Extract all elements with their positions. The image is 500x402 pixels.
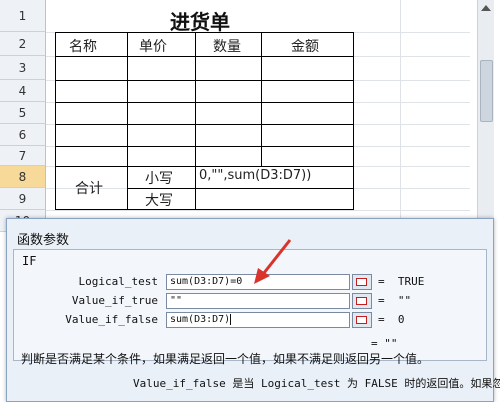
value-if-false-collapse-button[interactable] <box>352 312 372 328</box>
row-number: 4 <box>18 83 27 98</box>
value-if-true-input[interactable]: "" <box>166 293 350 309</box>
purchase-table: 名称 单价 数量 金额 合计 小写 大写 0,"",sum(D3:D7)) <box>55 32 354 210</box>
logical-test-result: = TRUE <box>378 275 425 288</box>
table-border <box>55 32 56 210</box>
row-header-8[interactable]: 8 <box>0 166 46 188</box>
header-name[interactable]: 名称 <box>69 36 97 56</box>
table-border <box>55 124 353 125</box>
header-quantity[interactable]: 数量 <box>213 36 241 56</box>
row-number: 7 <box>18 148 27 163</box>
function-name: IF <box>22 254 37 268</box>
table-border <box>55 102 353 103</box>
row-header-5[interactable]: 5 <box>0 102 46 124</box>
table-border <box>127 32 128 210</box>
table-border <box>55 32 353 33</box>
row-header-6[interactable]: 6 <box>0 124 46 146</box>
formula-cell[interactable]: 0,"",sum(D3:D7)) <box>199 168 311 183</box>
table-border <box>261 32 262 166</box>
logical-test-label: Logical_test <box>78 275 158 288</box>
value-if-false-result: = 0 <box>378 313 405 326</box>
value-if-true-label: Value_if_true <box>71 294 158 307</box>
row-header-9[interactable]: 9 <box>0 188 46 210</box>
table-border <box>55 146 353 147</box>
dialog-title: 函数参数 <box>17 233 70 248</box>
row-header-4[interactable]: 4 <box>0 80 46 102</box>
table-border <box>353 32 354 210</box>
sheet-title[interactable]: 进货单 <box>140 6 260 35</box>
argument-description: Value_if_false 是当 Logical_test 为 FALSE 时… <box>133 377 500 390</box>
lowercase-label[interactable]: 小写 <box>145 168 173 188</box>
row-header-3[interactable]: 3 <box>0 56 46 80</box>
table-border <box>55 56 353 57</box>
header-amount[interactable]: 金额 <box>291 36 319 56</box>
row-header-2[interactable]: 2 <box>0 32 46 56</box>
row-number: 5 <box>18 105 27 120</box>
value-if-false-label: Value_if_false <box>65 313 158 326</box>
header-unit-price[interactable]: 单价 <box>139 36 167 56</box>
logical-test-collapse-button[interactable] <box>352 274 372 290</box>
value-if-true-collapse-button[interactable] <box>352 293 372 309</box>
text-cursor <box>230 313 232 325</box>
row-number: 6 <box>18 127 27 142</box>
annotation-arrow-icon <box>254 239 292 284</box>
table-border <box>55 80 353 81</box>
row-header-7[interactable]: 7 <box>0 146 46 166</box>
value-if-false-input[interactable]: sum(D3:D7) <box>166 312 350 328</box>
function-result: = "" <box>371 337 398 350</box>
row-number: 3 <box>18 60 27 75</box>
grid-line <box>46 210 470 211</box>
row-number: 2 <box>18 36 27 51</box>
vertical-scrollbar[interactable] <box>477 0 494 232</box>
function-description: 判断是否满足某个条件，如果满足返回一个值，如果不满足则返回另一个值。 <box>21 352 430 366</box>
total-label[interactable]: 合计 <box>75 178 103 198</box>
row-number: 1 <box>18 8 27 23</box>
scroll-up-icon[interactable] <box>481 5 491 11</box>
row-number: 8 <box>18 169 27 184</box>
table-border <box>55 166 353 167</box>
row-header-1[interactable]: 1 <box>0 0 46 32</box>
value-if-true-result: = "" <box>378 294 412 307</box>
value-if-false-value: sum(D3:D7) <box>170 314 231 325</box>
grid-line <box>400 0 401 232</box>
table-border <box>127 188 353 189</box>
spreadsheet-area: 1 2 3 4 5 6 7 8 9 10 进货单 名称 单价 数量 金额 合计 <box>0 0 500 232</box>
table-border <box>55 209 353 210</box>
row-number: 9 <box>18 191 27 206</box>
scroll-thumb[interactable] <box>480 60 493 122</box>
table-border <box>195 32 196 210</box>
logical-test-value: sum(D3:D7)=0 <box>170 276 243 287</box>
uppercase-label[interactable]: 大写 <box>145 190 173 210</box>
value-if-true-value: "" <box>170 295 183 306</box>
